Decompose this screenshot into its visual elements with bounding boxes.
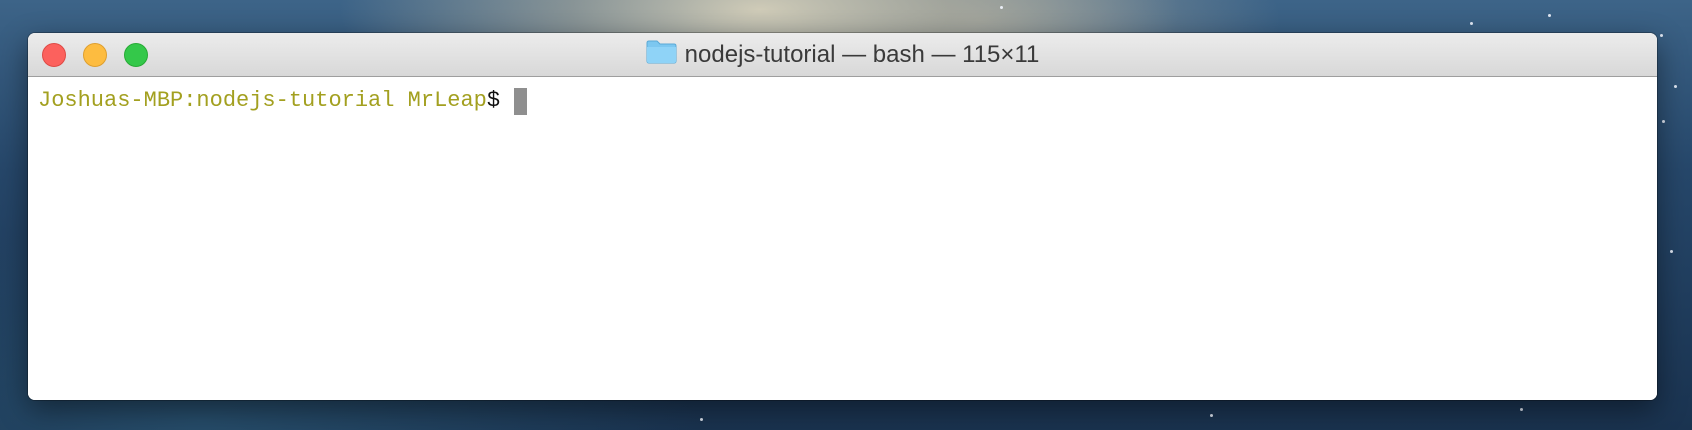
prompt-symbol: $ [486,88,501,113]
folder-icon [646,39,677,71]
star [1520,408,1523,411]
star [1470,22,1473,25]
title-bar[interactable]: nodejs-tutorial — bash — 115×11 [28,33,1657,77]
star [1210,414,1213,417]
star [700,418,703,421]
terminal-content[interactable]: Joshuas-MBP:nodejs-tutorial MrLeap $ [28,77,1657,400]
window-title-text: nodejs-tutorial — bash — 115×11 [684,40,1040,68]
prompt-line: Joshuas-MBP:nodejs-tutorial MrLeap $ [38,87,1647,115]
star [1662,120,1665,123]
star [1548,14,1551,17]
star [1660,34,1663,37]
star [1674,85,1677,88]
star [1670,250,1673,253]
terminal-window[interactable]: nodejs-tutorial — bash — 115×11 Joshuas-… [28,33,1657,400]
window-title: nodejs-tutorial — bash — 115×11 [28,33,1657,76]
prompt-host: Joshuas-MBP:nodejs-tutorial MrLeap [38,88,487,113]
star [1000,6,1003,9]
text-cursor[interactable] [514,87,528,115]
